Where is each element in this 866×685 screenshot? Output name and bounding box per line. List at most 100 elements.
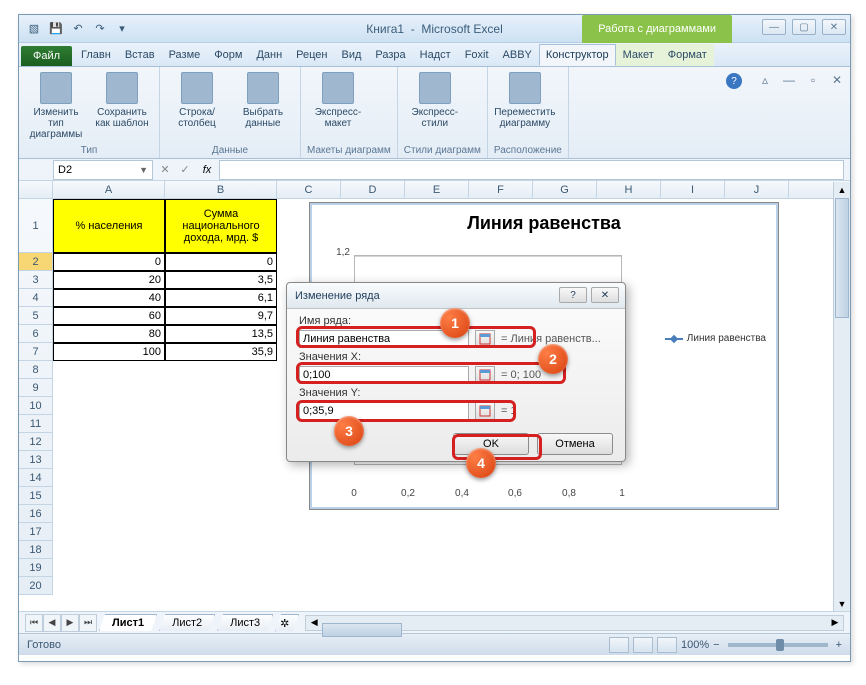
maximize-button[interactable]: ▢: [792, 19, 816, 35]
row-header[interactable]: 2: [19, 253, 53, 271]
tab-view[interactable]: Вид: [335, 44, 369, 66]
scroll-thumb[interactable]: [835, 198, 849, 318]
cell[interactable]: 3,5: [165, 271, 277, 289]
ribbon-collapse-icon[interactable]: ▵: [758, 73, 772, 87]
row-header[interactable]: 5: [19, 307, 53, 325]
tab-chart-layout[interactable]: Макет: [616, 44, 661, 66]
cell[interactable]: 0: [165, 253, 277, 271]
select-all-corner[interactable]: [19, 181, 53, 198]
dialog-close-button[interactable]: ✕: [591, 287, 619, 303]
tab-review[interactable]: Рецен: [289, 44, 334, 66]
view-page-layout-button[interactable]: [633, 637, 653, 653]
header-cell-b1[interactable]: Сумма национального дохода, мрд. $: [165, 199, 277, 253]
quick-layout-button[interactable]: Экспресс-макет: [307, 70, 369, 129]
row-header[interactable]: 14: [19, 469, 53, 487]
sheet-nav-first-icon[interactable]: ⏮: [25, 614, 43, 632]
sheet-nav-prev-icon[interactable]: ◀: [43, 614, 61, 632]
doc-restore-icon[interactable]: ▫: [806, 73, 820, 87]
row-header[interactable]: 16: [19, 505, 53, 523]
accept-formula-icon[interactable]: ✓: [175, 163, 195, 176]
sheet-nav-last-icon[interactable]: ⏭: [79, 614, 97, 632]
cell[interactable]: 0: [53, 253, 165, 271]
column-header[interactable]: C: [277, 181, 341, 198]
sheet-tab-1[interactable]: Лист1: [99, 614, 157, 631]
formula-input[interactable]: [219, 160, 844, 180]
tab-foxit[interactable]: Foxit: [458, 44, 496, 66]
view-page-break-button[interactable]: [657, 637, 677, 653]
row-header[interactable]: 18: [19, 541, 53, 559]
tab-page-layout[interactable]: Разме: [162, 44, 208, 66]
new-sheet-tab[interactable]: ✲: [275, 614, 299, 632]
select-data-button[interactable]: Выбрать данные: [232, 70, 294, 129]
chart-legend[interactable]: Линия равенства: [665, 333, 766, 344]
dialog-title-bar[interactable]: Изменение ряда ? ✕: [287, 283, 625, 309]
row-header[interactable]: 20: [19, 577, 53, 595]
column-header[interactable]: B: [165, 181, 277, 198]
tab-home[interactable]: Главн: [74, 44, 118, 66]
sheet-tab-2[interactable]: Лист2: [159, 614, 215, 631]
dialog-help-button[interactable]: ?: [559, 287, 587, 303]
cell[interactable]: 40: [53, 289, 165, 307]
column-header[interactable]: J: [725, 181, 789, 198]
range-picker-button[interactable]: [475, 366, 495, 384]
column-header[interactable]: H: [597, 181, 661, 198]
move-chart-button[interactable]: Переместить диаграмму: [494, 70, 556, 129]
cell[interactable]: 13,5: [165, 325, 277, 343]
row-header[interactable]: 13: [19, 451, 53, 469]
zoom-percent[interactable]: 100%: [681, 639, 709, 651]
chart-title[interactable]: Линия равенства: [310, 203, 778, 238]
scroll-right-icon[interactable]: ▶: [827, 617, 843, 628]
scroll-down-icon[interactable]: ▼: [834, 596, 850, 612]
tab-chart-design[interactable]: Конструктор: [539, 44, 616, 66]
x-values-input[interactable]: [299, 366, 469, 384]
row-header[interactable]: 15: [19, 487, 53, 505]
row-header[interactable]: 11: [19, 415, 53, 433]
cancel-formula-icon[interactable]: ✕: [155, 163, 175, 176]
column-header[interactable]: G: [533, 181, 597, 198]
help-icon[interactable]: ?: [726, 73, 742, 89]
name-box-dropdown-icon[interactable]: ▼: [139, 165, 148, 175]
horizontal-scrollbar[interactable]: ◀ ▶: [305, 615, 844, 631]
tab-insert[interactable]: Встав: [118, 44, 162, 66]
zoom-slider-thumb[interactable]: [776, 639, 784, 651]
row-header[interactable]: 10: [19, 397, 53, 415]
tab-developer[interactable]: Разра: [368, 44, 412, 66]
row-header[interactable]: 7: [19, 343, 53, 361]
row-header[interactable]: 17: [19, 523, 53, 541]
cell[interactable]: 20: [53, 271, 165, 289]
scroll-up-icon[interactable]: ▲: [834, 182, 850, 198]
sheet-tab-3[interactable]: Лист3: [217, 614, 273, 631]
save-template-button[interactable]: Сохранить как шаблон: [91, 70, 153, 140]
undo-icon[interactable]: ↶: [69, 20, 87, 38]
row-header[interactable]: 6: [19, 325, 53, 343]
cell[interactable]: 100: [53, 343, 165, 361]
doc-minimize-icon[interactable]: —: [782, 73, 796, 87]
range-picker-button[interactable]: [475, 402, 495, 420]
column-header[interactable]: E: [405, 181, 469, 198]
column-header[interactable]: F: [469, 181, 533, 198]
cancel-button[interactable]: Отмена: [537, 433, 613, 455]
change-chart-type-button[interactable]: Изменить тип диаграммы: [25, 70, 87, 140]
view-normal-button[interactable]: [609, 637, 629, 653]
doc-close-icon[interactable]: ✕: [830, 73, 844, 87]
minimize-button[interactable]: —: [762, 19, 786, 35]
zoom-in-icon[interactable]: +: [836, 639, 842, 651]
column-header[interactable]: A: [53, 181, 165, 198]
save-icon[interactable]: 💾: [47, 20, 65, 38]
scroll-left-icon[interactable]: ◀: [306, 617, 322, 628]
file-tab[interactable]: Файл: [21, 46, 72, 66]
range-picker-button[interactable]: [475, 330, 495, 348]
cell[interactable]: 9,7: [165, 307, 277, 325]
zoom-out-icon[interactable]: −: [713, 639, 719, 651]
row-header[interactable]: 9: [19, 379, 53, 397]
row-header[interactable]: 8: [19, 361, 53, 379]
column-header[interactable]: I: [661, 181, 725, 198]
zoom-slider[interactable]: [728, 643, 828, 647]
cell[interactable]: 80: [53, 325, 165, 343]
sheet-nav-next-icon[interactable]: ▶: [61, 614, 79, 632]
vertical-scrollbar[interactable]: ▲ ▼: [833, 182, 850, 612]
name-box[interactable]: D2▼: [53, 160, 153, 180]
fx-icon[interactable]: fx: [195, 164, 219, 176]
scroll-thumb[interactable]: [322, 623, 402, 637]
close-button[interactable]: ✕: [822, 19, 846, 35]
